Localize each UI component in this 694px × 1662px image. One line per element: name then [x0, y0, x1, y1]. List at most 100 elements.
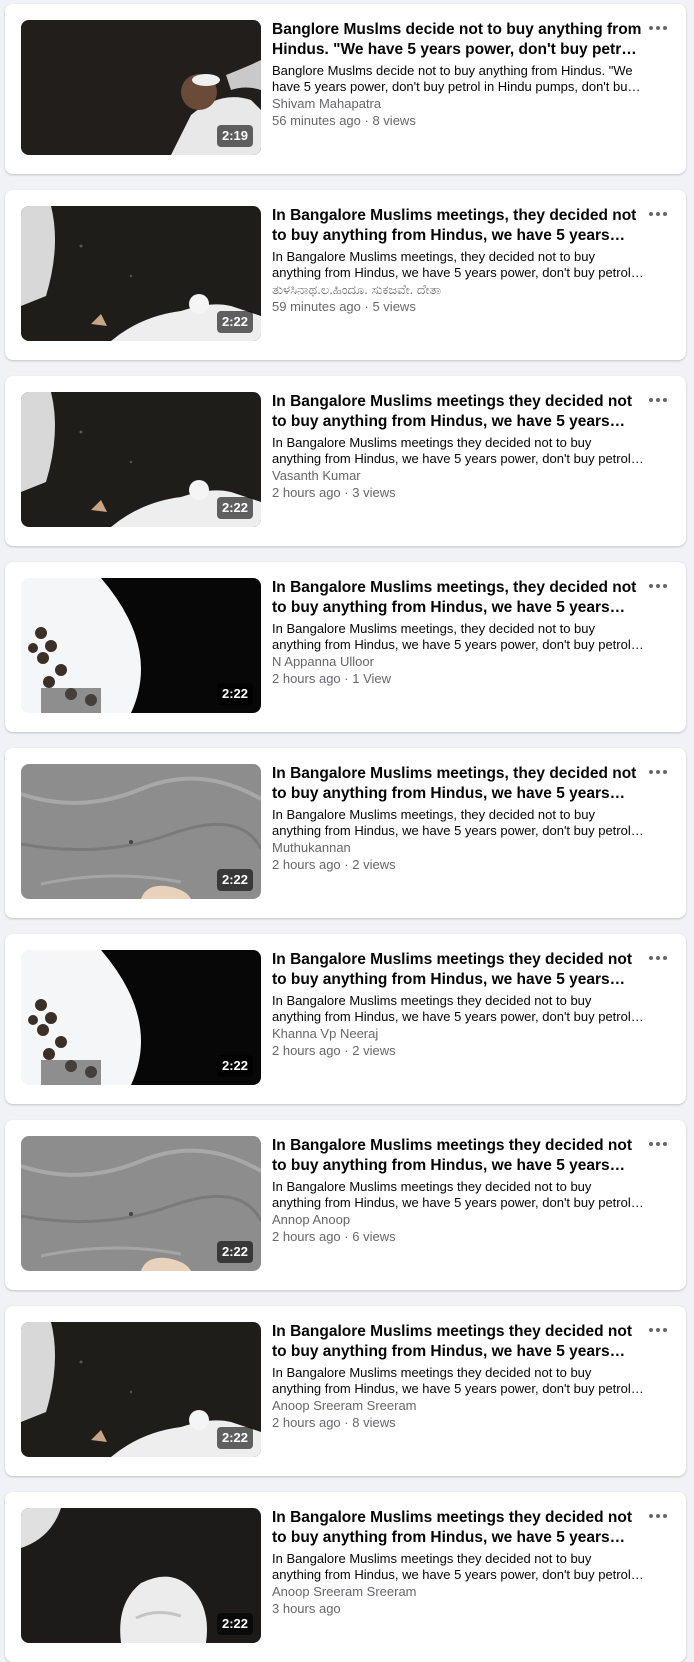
more-dot: [649, 770, 653, 774]
video-author[interactable]: Muthukannan: [272, 839, 644, 856]
video-title[interactable]: In Bangalore Muslims meetings, they deci…: [272, 764, 644, 804]
video-info: In Bangalore Muslims meetings, they deci…: [272, 206, 644, 315]
video-title[interactable]: Banglore Muslms decide not to buy anythi…: [272, 20, 644, 60]
video-title[interactable]: In Bangalore Muslims meetings they decid…: [272, 1508, 644, 1548]
video-title[interactable]: In Bangalore Muslims meetings they decid…: [272, 392, 644, 432]
more-dot: [656, 956, 660, 960]
more-horizontal-icon[interactable]: [642, 1504, 674, 1528]
video-thumbnail[interactable]: 2:22: [21, 1322, 261, 1457]
more-dot: [656, 770, 660, 774]
video-thumbnail[interactable]: 2:22: [21, 578, 261, 713]
more-horizontal-icon[interactable]: [642, 760, 674, 784]
views-group: · 2 views: [340, 857, 395, 872]
video-info: In Bangalore Muslims meetings they decid…: [272, 1136, 644, 1245]
video-thumbnail[interactable]: 2:22: [21, 206, 261, 341]
meta-separator: ·: [340, 485, 353, 500]
more-horizontal-icon[interactable]: [642, 946, 674, 970]
more-dot: [649, 1142, 653, 1146]
video-duration: 2:22: [216, 1427, 253, 1449]
video-description: In Bangalore Muslims meetings, they deci…: [272, 249, 631, 280]
video-title[interactable]: In Bangalore Muslims meetings they decid…: [272, 1322, 644, 1362]
more-dot: [649, 398, 653, 402]
video-duration: 2:22: [216, 311, 253, 333]
video-author[interactable]: Vasanth Kumar: [272, 467, 644, 484]
more-dot: [663, 1142, 667, 1146]
video-time: 2 hours ago: [272, 671, 341, 686]
video-results-list: 2:19 Banglore Muslms decide not to buy an…: [0, 0, 694, 1662]
video-author[interactable]: Annop Anoop: [272, 1211, 644, 1228]
video-meta: 2 hours ago · 2 views: [272, 856, 644, 873]
views-group: · 5 views: [361, 299, 416, 314]
more-horizontal-icon[interactable]: [642, 1132, 674, 1156]
video-duration: 2:22: [216, 1613, 253, 1635]
video-thumbnail[interactable]: 2:22: [21, 1508, 261, 1643]
video-thumbnail[interactable]: 2:22: [21, 392, 261, 527]
video-author[interactable]: ತುಳಸಿನಾಥ.ಲ.ಹಿಂದೂ. ಸುಕಜವೇ. ದೇತಾ: [272, 281, 644, 298]
meta-separator: ·: [360, 113, 373, 128]
more-horizontal-icon[interactable]: [642, 202, 674, 226]
meta-separator: ·: [340, 857, 353, 872]
video-views: 3 views: [352, 485, 396, 500]
video-author[interactable]: Anoop Sreeram Sreeram: [272, 1583, 644, 1600]
video-time: 2 hours ago: [272, 1043, 341, 1058]
video-result-card: 2:19 Banglore Muslms decide not to buy an…: [5, 4, 686, 174]
video-thumbnail[interactable]: 2:22: [21, 1136, 261, 1271]
views-group: · 6 views: [340, 1229, 395, 1244]
video-title[interactable]: In Bangalore Muslims meetings they decid…: [272, 950, 644, 990]
video-views: 2 views: [352, 1043, 396, 1058]
video-result-card: 2:22 In Bangalore Muslims meetings, they …: [5, 190, 686, 360]
more-horizontal-icon[interactable]: [642, 388, 674, 412]
video-views: 8 views: [352, 1415, 396, 1430]
more-dot: [649, 212, 653, 216]
video-result-card: 2:22 In Bangalore Muslims meetings, they …: [5, 562, 686, 732]
video-duration: 2:22: [216, 683, 253, 705]
video-info: In Bangalore Muslims meetings, they deci…: [272, 764, 644, 873]
video-title[interactable]: In Bangalore Muslims meetings they decid…: [272, 1136, 644, 1176]
more-horizontal-icon[interactable]: [642, 16, 674, 40]
more-dot: [649, 956, 653, 960]
more-dot: [663, 584, 667, 588]
video-info: In Bangalore Muslims meetings they decid…: [272, 950, 644, 1059]
video-result-card: 2:22 In Bangalore Muslims meetings they d…: [5, 1120, 686, 1290]
meta-separator: ·: [340, 1229, 353, 1244]
more-dot: [649, 1328, 653, 1332]
video-result-card: 2:22 In Bangalore Muslims meetings they d…: [5, 1492, 686, 1662]
video-meta: 59 minutes ago · 5 views: [272, 298, 644, 315]
more-dot: [649, 26, 653, 30]
video-meta: 2 hours ago · 6 views: [272, 1228, 644, 1245]
video-time: 2 hours ago: [272, 485, 341, 500]
more-dot: [663, 956, 667, 960]
video-meta: 2 hours ago · 1 View: [272, 670, 644, 687]
video-duration: 2:22: [216, 869, 253, 891]
more-horizontal-icon[interactable]: [642, 1318, 674, 1342]
more-dot: [656, 1328, 660, 1332]
video-author[interactable]: Khanna Vp Neeraj: [272, 1025, 644, 1042]
more-horizontal-icon[interactable]: [642, 574, 674, 598]
video-meta: 3 hours ago ·: [272, 1600, 644, 1617]
video-thumbnail[interactable]: 2:19: [21, 20, 261, 155]
video-thumbnail[interactable]: 2:22: [21, 950, 261, 1085]
video-description: In Bangalore Muslims meetings they decid…: [272, 993, 631, 1024]
video-duration: 2:19: [216, 125, 253, 147]
more-dot: [656, 26, 660, 30]
video-title[interactable]: In Bangalore Muslims meetings, they deci…: [272, 206, 644, 246]
more-dot: [663, 1328, 667, 1332]
video-author[interactable]: Anoop Sreeram Sreeram: [272, 1397, 644, 1414]
video-time: 56 minutes ago: [272, 113, 361, 128]
views-group: · 3 views: [340, 485, 396, 500]
video-duration: 2:22: [216, 1241, 253, 1263]
video-title[interactable]: In Bangalore Muslims meetings, they deci…: [272, 578, 644, 618]
video-meta: 56 minutes ago · 8 views: [272, 112, 644, 129]
video-meta: 2 hours ago · 2 views: [272, 1042, 644, 1059]
video-thumbnail[interactable]: 2:22: [21, 764, 261, 899]
video-time: 59 minutes ago: [272, 299, 361, 314]
video-description: In Bangalore Muslims meetings they decid…: [272, 1179, 631, 1210]
video-views: 1 View: [352, 671, 392, 686]
video-meta: 2 hours ago · 8 views: [272, 1414, 644, 1431]
views-group: · 1 View: [341, 671, 391, 686]
video-result-card: 2:22 In Bangalore Muslims meetings they d…: [5, 376, 686, 546]
video-info: In Bangalore Muslims meetings they decid…: [272, 1322, 644, 1431]
video-author[interactable]: N Appanna Ulloor: [272, 653, 644, 670]
more-dot: [656, 212, 660, 216]
video-author[interactable]: Shivam Mahapatra: [272, 95, 644, 112]
